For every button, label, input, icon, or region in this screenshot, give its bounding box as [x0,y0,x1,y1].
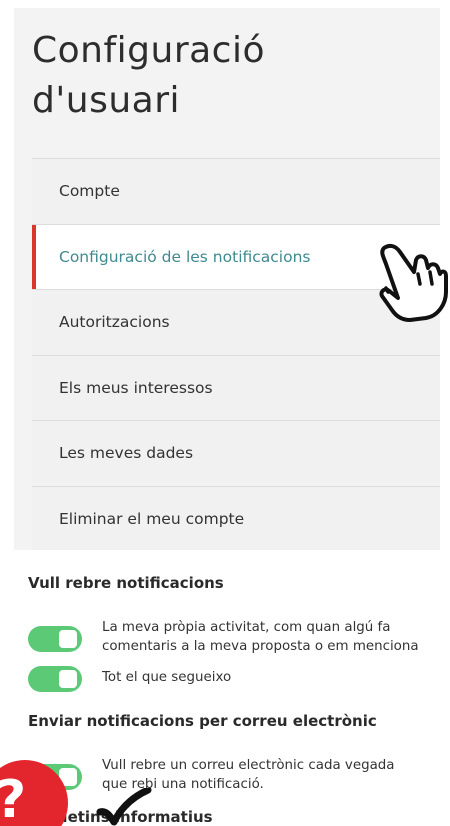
own-activity-toggle[interactable] [28,626,82,652]
menu-item-label: Compte [59,182,120,201]
toggle-knob [59,630,77,648]
page-title: Configuració d'usuari [32,30,266,121]
hand-pointer-icon [379,243,448,322]
menu-item-my-data[interactable]: Les meves dades [32,421,440,487]
menu-item-delete-account[interactable]: Eliminar el meu compte [32,487,440,552]
menu-item-compte[interactable]: Compte [32,159,440,225]
own-activity-label: La meva pròpia activitat, com quan algú … [102,620,419,654]
settings-menu: Compte Configuració de les notificacions… [32,158,440,552]
menu-item-label: Eliminar el meu compte [59,509,245,528]
menu-item-interests[interactable]: Els meus interessos [32,356,440,421]
notifications-heading: Vull rebre notificacions [28,574,224,592]
menu-item-label: Les meves dades [59,444,194,463]
following-toggle[interactable] [28,666,82,692]
menu-item-label: Els meus interessos [59,378,213,397]
menu-item-label: Configuració de les notificacions [59,247,311,266]
notification-settings-panel: Vull rebre notificacions La meva pròpia … [14,550,440,826]
email-heading: Enviar notificacions per correu electròn… [28,712,377,730]
toggle-knob [59,670,77,688]
menu-item-label: Autoritzacions [59,313,170,332]
question-mark-icon: ? [0,774,26,826]
following-label: Tot el que segueixo [102,670,232,685]
checkmark-icon [96,788,152,826]
